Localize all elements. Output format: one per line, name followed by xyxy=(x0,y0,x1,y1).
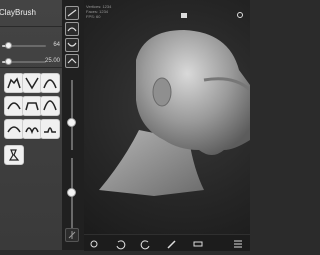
settings-icon[interactable] xyxy=(236,6,244,18)
falloff-wave-icon[interactable] xyxy=(22,119,42,139)
ruler-icon[interactable] xyxy=(192,237,204,249)
divider xyxy=(0,67,62,68)
falloff-dome-icon[interactable] xyxy=(4,96,24,116)
clay-tool-icon[interactable] xyxy=(65,6,79,20)
tool-column xyxy=(62,0,85,250)
pinch-tool-icon[interactable] xyxy=(65,54,79,68)
divider xyxy=(0,26,62,27)
falloff-sharp-icon[interactable] xyxy=(22,73,42,93)
sculpt-model xyxy=(99,30,250,196)
menu-icon[interactable] xyxy=(232,237,244,249)
intensity-knob[interactable] xyxy=(67,188,76,197)
mask-icon[interactable] xyxy=(88,237,100,249)
undo-icon[interactable] xyxy=(114,237,126,250)
camera-icon[interactable] xyxy=(180,6,188,18)
redo-icon[interactable] xyxy=(140,237,152,250)
fps-count: FPS: 60 xyxy=(86,14,101,19)
crease-tool-icon[interactable] xyxy=(65,38,79,52)
viewport-stats: Vertices: 1234 Faces: 1234 FPS: 60 xyxy=(86,4,111,19)
pen-icon[interactable] xyxy=(166,237,178,249)
falloff-linear-icon[interactable] xyxy=(4,119,24,139)
flatten-tool-icon[interactable] xyxy=(65,22,79,36)
brush-panel: ClayBrush 64 25.00 xyxy=(0,0,63,250)
slider-knob[interactable] xyxy=(5,42,12,49)
panel-header: ClayBrush xyxy=(0,6,62,20)
brush-name: ClayBrush xyxy=(0,8,36,17)
falloff-flat-icon[interactable] xyxy=(22,96,42,116)
brush-strength-value: 25.00 xyxy=(44,58,60,64)
radius-knob[interactable] xyxy=(67,118,76,127)
custom-falloff-icon[interactable] xyxy=(4,145,24,165)
slider-knob[interactable] xyxy=(5,58,12,65)
symmetry-icon[interactable] xyxy=(65,228,79,242)
falloff-dip-icon[interactable] xyxy=(40,119,60,139)
falloff-peak-icon[interactable] xyxy=(40,73,60,93)
brush-strength-slider[interactable] xyxy=(2,58,46,65)
brush-size-value: 64 xyxy=(53,42,60,48)
radius-vertical-slider[interactable] xyxy=(71,80,73,150)
bottom-toolbar xyxy=(84,234,250,251)
falloff-smooth-icon[interactable] xyxy=(4,73,24,93)
brush-size-slider[interactable] xyxy=(2,42,46,49)
falloff-bell-icon[interactable] xyxy=(40,96,60,116)
3d-viewport[interactable] xyxy=(84,0,250,234)
